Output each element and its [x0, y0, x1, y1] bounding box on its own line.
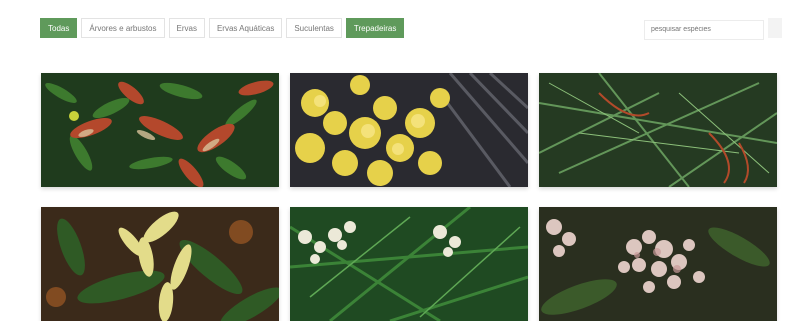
species-gallery — [41, 73, 777, 321]
filter-arvores-e-arbustos[interactable]: Árvores e arbustos — [81, 18, 165, 38]
filter-trepadeiras[interactable]: Trepadeiras — [345, 18, 405, 38]
species-card[interactable] — [539, 73, 777, 187]
species-card[interactable] — [41, 207, 279, 321]
species-card[interactable] — [290, 207, 528, 321]
filter-ervas-aquaticas[interactable]: Ervas Aquáticas — [208, 18, 283, 38]
filter-suculentas[interactable]: Suculentas — [286, 18, 342, 38]
species-card[interactable] — [41, 73, 279, 187]
species-photo-2 — [290, 73, 528, 187]
species-card[interactable] — [539, 207, 777, 321]
category-filter-bar: Todas Árvores e arbustos Ervas Ervas Aqu… — [40, 18, 405, 38]
search-box — [644, 18, 782, 40]
species-photo-3 — [539, 73, 777, 187]
search-button[interactable] — [768, 18, 782, 38]
species-photo-5 — [290, 207, 528, 321]
filter-todas[interactable]: Todas — [40, 18, 78, 38]
species-photo-6 — [539, 207, 777, 321]
species-card[interactable] — [290, 73, 528, 187]
species-photo-4 — [41, 207, 279, 321]
species-photo-1 — [41, 73, 279, 187]
search-input[interactable] — [644, 19, 764, 40]
filter-ervas[interactable]: Ervas — [168, 18, 205, 38]
